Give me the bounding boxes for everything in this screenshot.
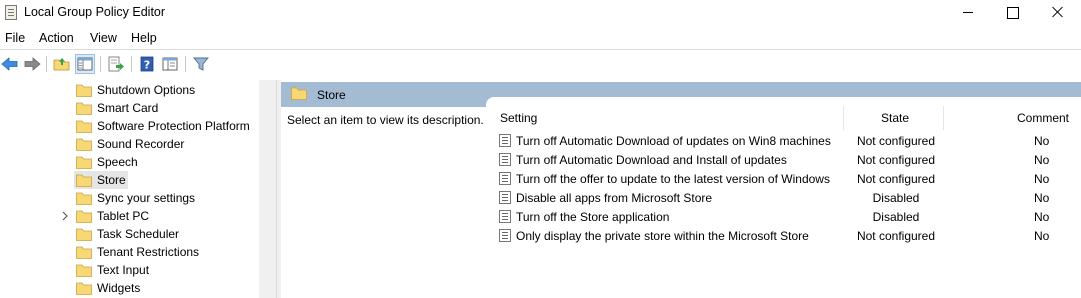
tree-item-label: Task Scheduler [97, 227, 180, 241]
setting-name: Turn off the offer to update to the late… [516, 172, 830, 186]
up-folder-icon[interactable] [52, 54, 72, 74]
menu-action[interactable]: Action [39, 31, 74, 45]
folder-icon [76, 120, 92, 133]
maximize-button[interactable] [989, 0, 1035, 26]
details-header-title: Store [317, 88, 346, 102]
table-row[interactable]: Turn off the offer to update to the late… [486, 169, 1081, 188]
policy-setting-icon [499, 172, 511, 185]
export-list-icon[interactable] [106, 54, 126, 74]
close-button[interactable] [1035, 0, 1081, 26]
policy-setting-icon [499, 229, 511, 242]
table-row[interactable]: Only display the private store within th… [486, 226, 1081, 245]
policy-setting-icon [499, 191, 511, 204]
folder-icon [76, 192, 92, 205]
extended-view-icon[interactable] [160, 54, 180, 74]
settings-list: Setting State Comment Turn off Automatic… [486, 97, 1081, 298]
tree-item-label: Smart Card [97, 101, 159, 115]
svg-text:?: ? [144, 59, 150, 72]
chevron-right-icon[interactable] [61, 211, 69, 221]
setting-name: Turn off Automatic Download of updates o… [516, 134, 831, 148]
folder-icon [76, 210, 92, 223]
setting-state: Not configured [856, 229, 936, 243]
setting-state: Not configured [856, 153, 936, 167]
tree-scrollbar[interactable] [259, 80, 276, 298]
folder-icon [76, 156, 92, 169]
folder-icon [76, 282, 92, 295]
tree-item-label: Shutdown Options [97, 83, 196, 97]
folder-icon [76, 138, 92, 151]
setting-comment: No [1034, 134, 1050, 148]
policy-editor-icon [5, 5, 17, 20]
setting-state: Not configured [856, 172, 936, 186]
setting-comment: No [1034, 210, 1050, 224]
window-title: Local Group Policy Editor [24, 5, 166, 19]
setting-state: Not configured [856, 134, 936, 148]
setting-state: Disabled [872, 191, 920, 205]
column-header-state[interactable]: State [881, 111, 909, 125]
folder-icon [76, 84, 92, 97]
setting-comment: No [1034, 229, 1050, 243]
menu-view[interactable]: View [90, 31, 117, 45]
folder-icon [76, 102, 92, 115]
help-icon[interactable]: ? [137, 54, 157, 74]
column-header-setting[interactable]: Setting [500, 111, 537, 125]
toolbar-separator [131, 56, 132, 72]
tree-item-label: Tenant Restrictions [97, 245, 200, 259]
setting-name: Turn off the Store application [516, 210, 670, 224]
policy-setting-icon [499, 153, 511, 166]
description-panel: Select an item to view its description. [281, 107, 486, 298]
menu-divider [0, 49, 1081, 50]
setting-name: Only display the private store within th… [516, 229, 809, 243]
show-hide-tree-icon[interactable] [75, 54, 95, 74]
back-arrow-icon[interactable] [0, 54, 20, 74]
menu-help[interactable]: Help [131, 31, 157, 45]
table-row[interactable]: Turn off the Store application Disabled … [486, 207, 1081, 226]
column-divider[interactable] [843, 106, 844, 130]
toolbar-separator [46, 56, 47, 72]
tree-item-label: Widgets [97, 281, 141, 295]
setting-state: Disabled [872, 210, 920, 224]
policy-setting-icon [499, 210, 511, 223]
tree-item-store[interactable]: Store [74, 171, 128, 189]
tree-item-label: Speech [97, 155, 138, 169]
tree-item-label: Tablet PC [97, 209, 150, 223]
column-header-comment[interactable]: Comment [1017, 111, 1069, 125]
tree-item-label: Store [97, 173, 126, 187]
setting-comment: No [1034, 153, 1050, 167]
table-row[interactable]: Turn off Automatic Download and Install … [486, 150, 1081, 169]
setting-name: Turn off Automatic Download and Install … [516, 153, 787, 167]
folder-icon [76, 246, 92, 259]
tree-item-label: Sound Recorder [97, 137, 185, 151]
toolbar-separator [185, 56, 186, 72]
table-row[interactable]: Turn off Automatic Download of updates o… [486, 131, 1081, 150]
toolbar: ? [0, 52, 1081, 76]
tree-item-label: Text Input [97, 263, 150, 277]
folder-icon [76, 264, 92, 277]
tree-item-label: Software Protection Platform [97, 119, 250, 133]
setting-name: Disable all apps from Microsoft Store [516, 191, 713, 205]
tree-item-label: Sync your settings [97, 191, 196, 205]
column-divider[interactable] [943, 106, 944, 130]
title-bar: Local Group Policy Editor [0, 0, 1081, 26]
minimize-button[interactable] [944, 0, 990, 26]
toolbar-separator [100, 56, 101, 72]
folder-icon [76, 228, 92, 241]
forward-arrow-icon[interactable] [22, 54, 42, 74]
menu-file[interactable]: File [5, 31, 25, 45]
setting-comment: No [1034, 191, 1050, 205]
open-folder-icon [76, 174, 92, 187]
description-text: Select an item to view its description. [287, 113, 484, 127]
details-pane: Store Select an item to view its descrip… [281, 80, 1081, 298]
navigation-tree: Shutdown Options Smart Card Software Pro… [0, 80, 276, 298]
policy-setting-icon [499, 134, 511, 147]
folder-icon [291, 87, 307, 100]
filter-icon[interactable] [191, 54, 211, 74]
table-row[interactable]: Disable all apps from Microsoft Store Di… [486, 188, 1081, 207]
setting-comment: No [1034, 172, 1050, 186]
